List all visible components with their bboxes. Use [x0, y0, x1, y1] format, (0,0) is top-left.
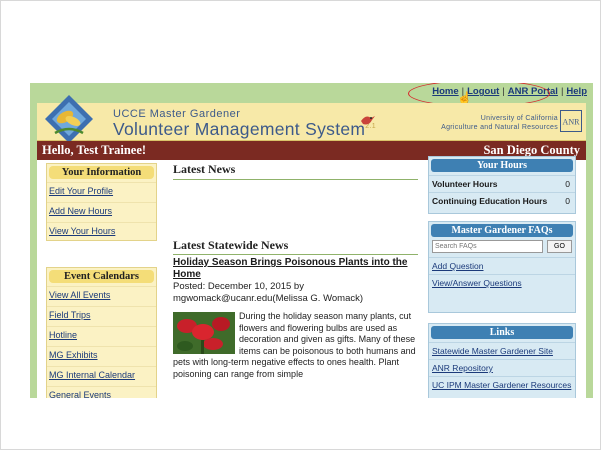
your-hours-heading: Your Hours	[431, 159, 573, 172]
anr-repository-link[interactable]: ANR Repository	[429, 359, 575, 376]
browser-viewport: Home | Logout | ANR Portal | Help ☝ UCCE Maste…	[30, 83, 593, 398]
uc-line-2: Agriculture and Natural Resources	[441, 124, 558, 131]
faq-search-input[interactable]	[432, 240, 543, 253]
news-headline-link[interactable]: Holiday Season Brings Poisonous Plants i…	[173, 257, 415, 281]
mg-internal-calendar-link[interactable]: MG Internal Calendar	[47, 366, 156, 386]
volunteer-hours-label: Volunteer Hours	[432, 179, 498, 189]
view-answer-questions-link[interactable]: View/Answer Questions	[429, 274, 575, 291]
header-title: Volunteer Management System2.1	[113, 119, 376, 140]
main-content: Your Information Edit Your Profile Add N…	[37, 156, 586, 398]
latest-news-heading: Latest News	[173, 162, 236, 176]
statewide-mg-site-link[interactable]: Statewide Master Gardener Site	[429, 342, 575, 359]
faq-heading: Master Gardener FAQs	[431, 224, 573, 237]
statewide-news-rule	[173, 254, 418, 255]
links-box: Links Statewide Master Gardener Site ANR…	[428, 323, 576, 398]
event-calendars-box: Event Calendars View All Events Field Tr…	[46, 267, 157, 398]
field-trips-link[interactable]: Field Trips	[47, 306, 156, 326]
links-heading: Links	[431, 326, 573, 339]
mg-exhibits-link[interactable]: MG Exhibits	[47, 346, 156, 366]
header-title-text: Volunteer Management System	[113, 119, 366, 139]
volunteer-hours-value: 0	[565, 179, 570, 189]
add-question-link[interactable]: Add Question	[429, 257, 575, 274]
news-author: mgwomack@ucanr.edu(Melissa G. Womack)	[173, 293, 364, 304]
screenshot-frame: Home | Logout | ANR Portal | Help ☝ UCCE Maste…	[0, 0, 601, 450]
faq-go-button[interactable]: GO	[547, 240, 572, 253]
uc-ipm-resources-link[interactable]: UC IPM Master Gardener Resources	[429, 376, 575, 393]
ce-hours-label: Continuing Education Hours	[432, 196, 548, 206]
home-link[interactable]: Home	[432, 86, 458, 97]
poinsettia-photo	[173, 312, 235, 354]
latest-news-rule	[173, 179, 418, 180]
volunteer-hours-row: Volunteer Hours 0	[429, 175, 575, 192]
ce-hours-value: 0	[565, 196, 570, 206]
your-information-box: Your Information Edit Your Profile Add N…	[46, 163, 157, 241]
news-posted-date: Posted: December 10, 2015 by	[173, 281, 304, 292]
help-link[interactable]: Help	[566, 86, 587, 97]
event-calendars-heading: Event Calendars	[49, 270, 154, 283]
your-information-heading: Your Information	[49, 166, 154, 179]
faq-search-form: GO	[432, 240, 572, 253]
statewide-news-heading: Latest Statewide News	[173, 238, 289, 252]
site-header: UCCE Master Gardener Volunteer Managemen…	[37, 95, 586, 143]
uc-anr-title: University of California Agriculture and…	[441, 114, 558, 132]
bird-icon	[361, 116, 375, 125]
edit-profile-link[interactable]: Edit Your Profile	[47, 182, 156, 202]
ce-hours-row: Continuing Education Hours 0	[429, 192, 575, 209]
master-gardener-logo-icon[interactable]	[43, 93, 95, 145]
uc-line-1: University of California	[480, 115, 558, 122]
general-events-link[interactable]: General Events	[47, 386, 156, 398]
your-hours-box: Your Hours Volunteer Hours 0 Continuing …	[428, 156, 576, 214]
view-all-events-link[interactable]: View All Events	[47, 286, 156, 306]
view-hours-link[interactable]: View Your Hours	[47, 222, 156, 242]
faq-box: Master Gardener FAQs GO Add Question Vie…	[428, 221, 576, 313]
greeting-text: Hello, Test Trainee!	[42, 143, 147, 157]
anr-logo-icon: ANR	[560, 110, 582, 132]
top-links: Home | Logout | ANR Portal | Help	[432, 86, 587, 97]
anr-portal-link[interactable]: ANR Portal	[508, 86, 558, 97]
anr-mark-text: ANR	[563, 118, 581, 127]
add-hours-link[interactable]: Add New Hours	[47, 202, 156, 222]
hotline-link[interactable]: Hotline	[47, 326, 156, 346]
